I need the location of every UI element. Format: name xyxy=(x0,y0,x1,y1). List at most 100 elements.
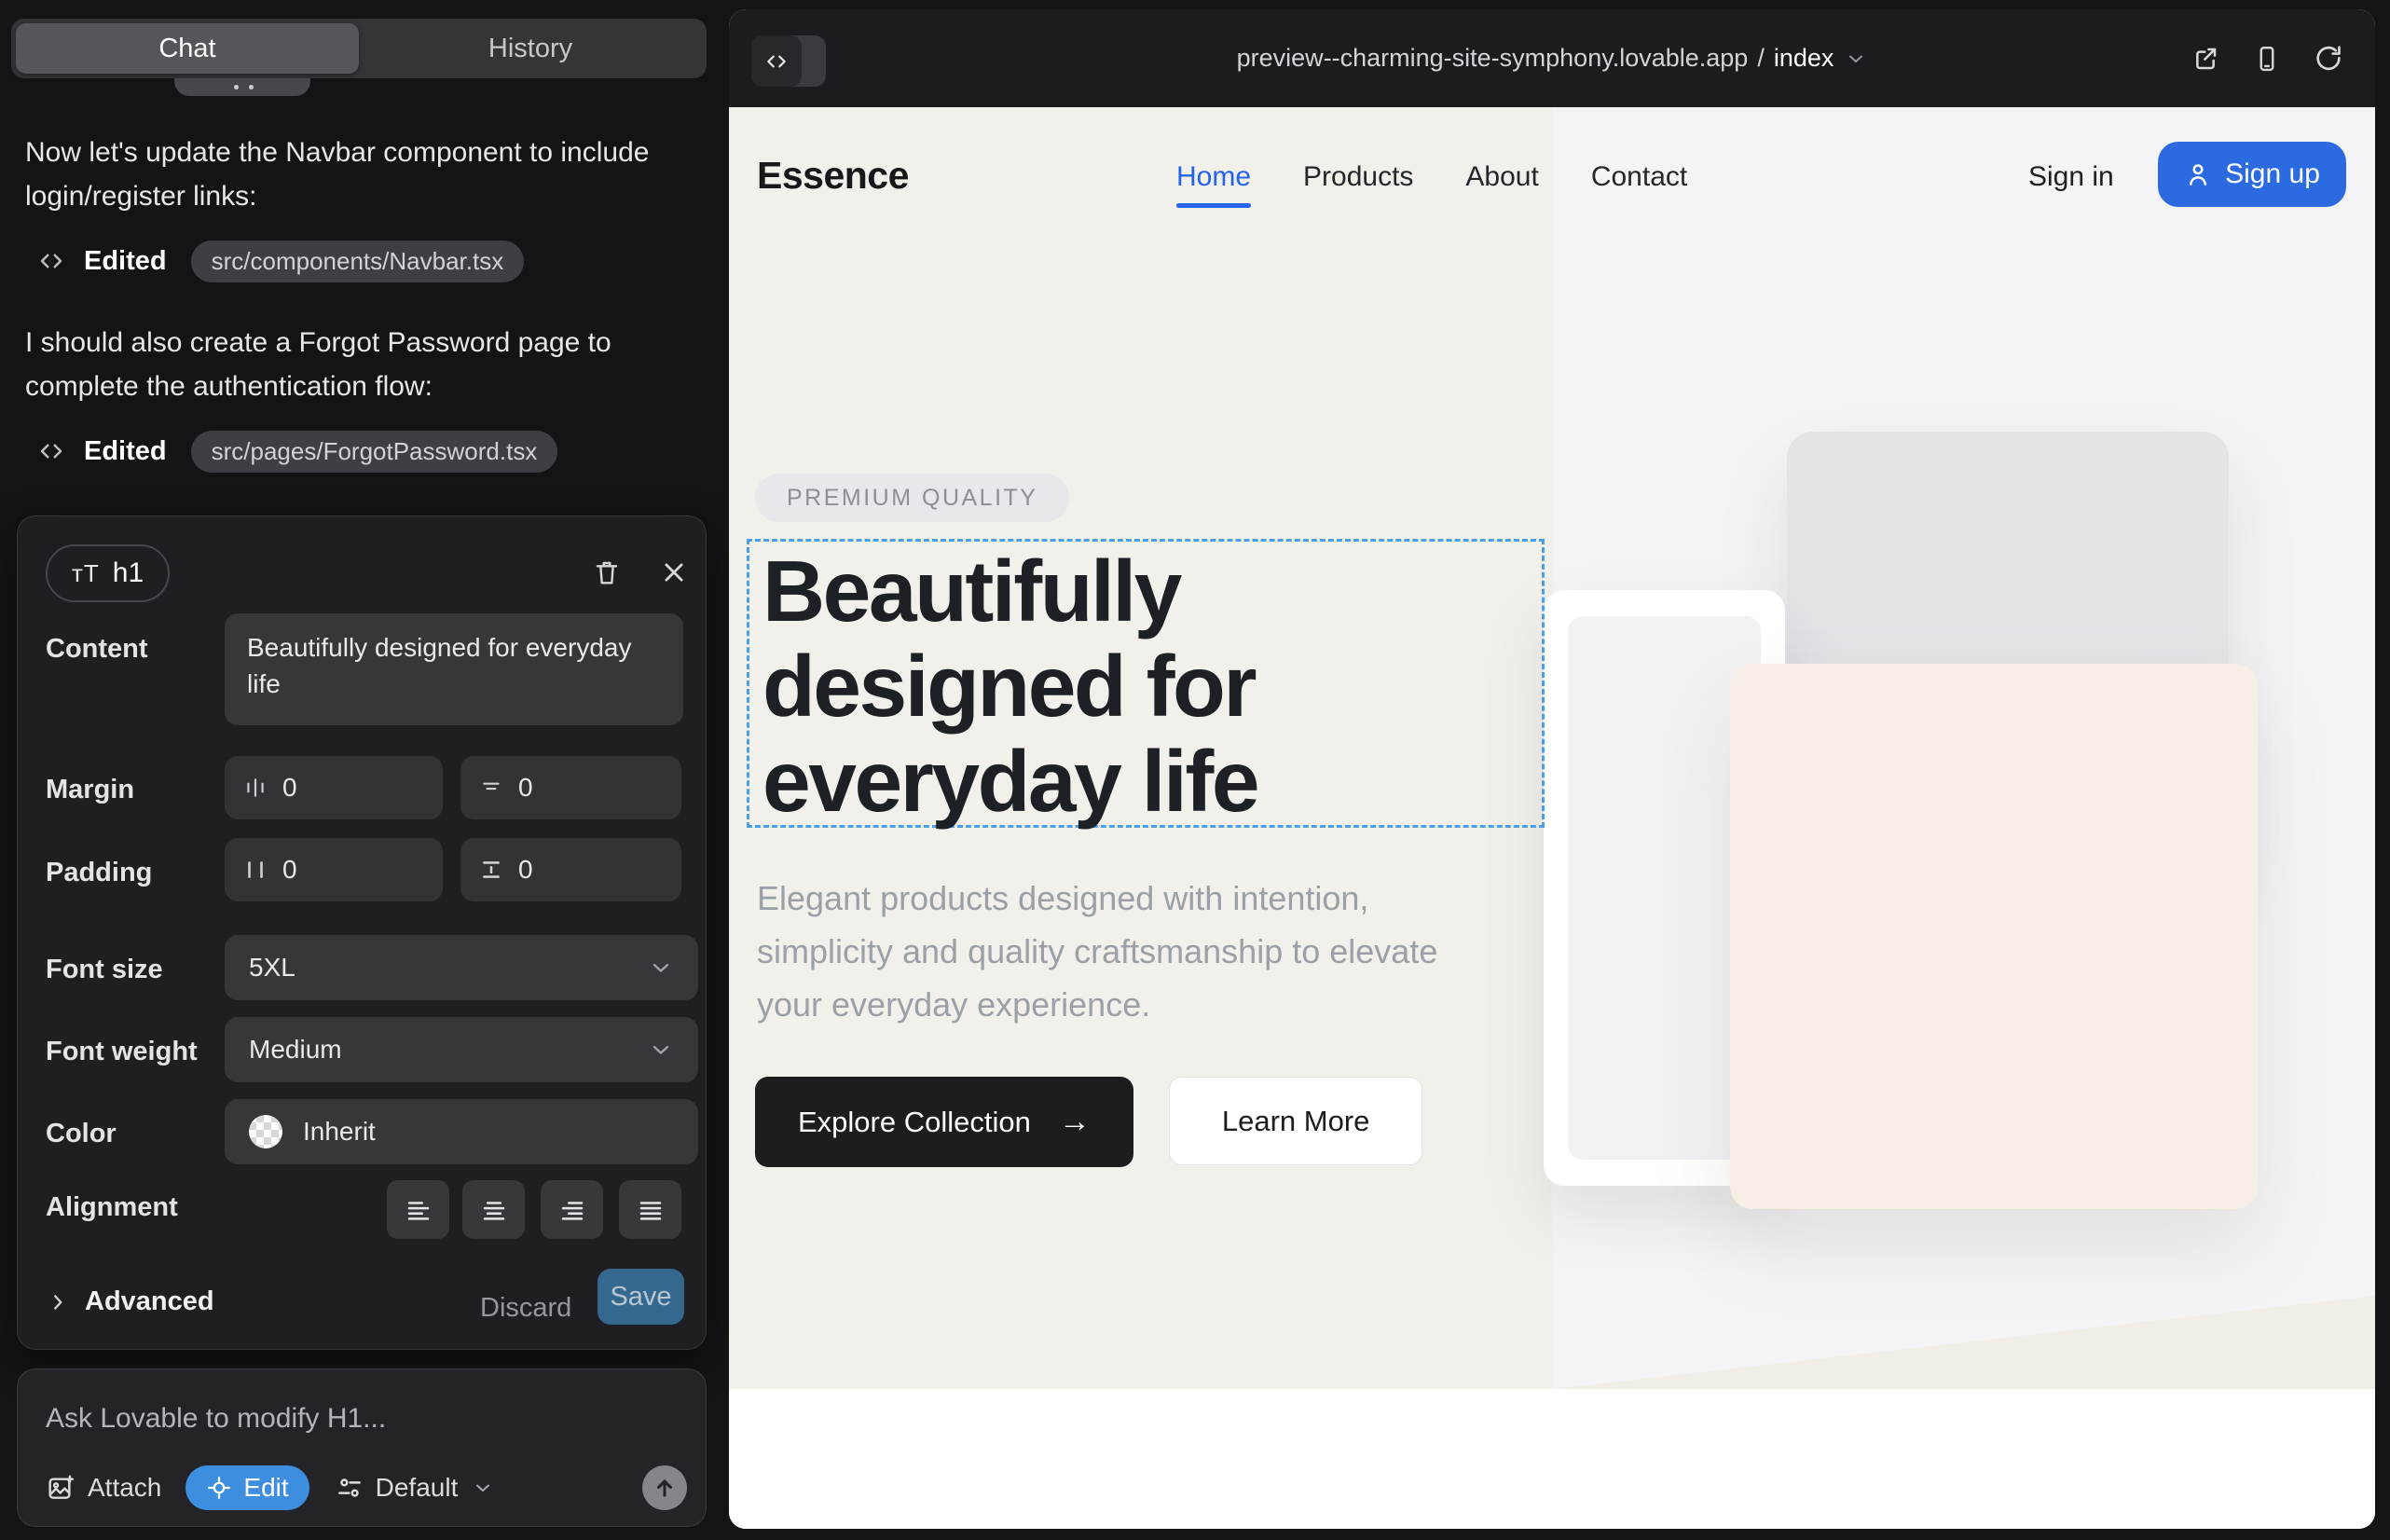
chevron-down-icon xyxy=(472,1477,494,1499)
discard-button[interactable]: Discard xyxy=(480,1293,571,1324)
align-right-icon xyxy=(558,1196,586,1224)
refresh-icon xyxy=(2314,44,2343,74)
attach-button[interactable]: Attach xyxy=(46,1473,161,1503)
lovable-app: Chat History Now let's update the Navbar… xyxy=(0,0,2390,1540)
align-justify-button[interactable] xyxy=(619,1180,681,1239)
edited-file-row: Edited src/pages/ForgotPassword.tsx xyxy=(37,431,557,472)
content-label: Content xyxy=(46,634,148,665)
preview-panel: preview--charming-site-symphony.lovable.… xyxy=(729,9,2375,1529)
arrow-right-icon: → xyxy=(1059,1104,1091,1140)
code-icon xyxy=(751,35,802,87)
margin-x-input[interactable]: 0 xyxy=(225,756,443,819)
chat-message: I should also create a Forgot Password p… xyxy=(25,321,687,408)
nav-link-about[interactable]: About xyxy=(1465,161,1538,193)
decor-card-cream xyxy=(1730,664,2258,1209)
chat-composer: Ask Lovable to modify H1... Attach Edit … xyxy=(17,1368,707,1527)
url-host: preview--charming-site-symphony.lovable.… xyxy=(1237,44,1749,73)
code-view-toggle[interactable] xyxy=(751,35,826,87)
open-external-button[interactable] xyxy=(2189,42,2222,76)
code-icon xyxy=(37,247,65,275)
margin-y-input[interactable]: 0 xyxy=(460,756,681,819)
nav-link-products[interactable]: Products xyxy=(1303,161,1413,193)
advanced-toggle[interactable]: Advanced xyxy=(46,1286,214,1317)
nav-link-contact[interactable]: Contact xyxy=(1591,161,1687,193)
chat-message: Now let's update the Navbar component to… xyxy=(25,131,687,218)
content-textarea[interactable]: Beautifully designed for everyday life xyxy=(225,613,683,725)
tab-chat[interactable]: Chat xyxy=(16,23,359,74)
next-section xyxy=(729,1389,2375,1529)
code-icon xyxy=(37,437,65,465)
send-button[interactable] xyxy=(642,1465,687,1510)
sliders-icon xyxy=(336,1474,364,1502)
composer-input[interactable]: Ask Lovable to modify H1... xyxy=(46,1403,680,1435)
edit-mode-button[interactable]: Edit xyxy=(185,1465,309,1510)
chevron-down-icon xyxy=(648,955,674,981)
file-chip[interactable]: src/components/Navbar.tsx xyxy=(191,241,525,282)
tab-history[interactable]: History xyxy=(359,23,702,74)
explore-collection-button[interactable]: Explore Collection → xyxy=(755,1077,1133,1167)
font-size-label: Font size xyxy=(46,955,163,985)
user-icon xyxy=(2184,160,2212,188)
save-button[interactable]: Save xyxy=(598,1269,684,1325)
site-logo[interactable]: Essence xyxy=(757,154,909,198)
padding-y-input[interactable]: 0 xyxy=(460,838,681,901)
align-left-button[interactable] xyxy=(387,1180,449,1239)
scrolled-chip-partial xyxy=(174,78,310,96)
typography-icon: тT xyxy=(72,559,100,588)
margin-x-icon xyxy=(243,776,268,800)
url-bar[interactable]: preview--charming-site-symphony.lovable.… xyxy=(1237,44,1868,73)
close-icon xyxy=(660,558,688,586)
learn-more-button[interactable]: Learn More xyxy=(1169,1077,1423,1165)
chevron-down-icon xyxy=(1845,48,1867,70)
external-link-icon xyxy=(2191,44,2220,74)
hero-description: Elegant products designed with intention… xyxy=(757,872,1503,1031)
url-page: index xyxy=(1774,44,1834,73)
padding-x-icon xyxy=(243,858,268,882)
site-nav: Home Products About Contact xyxy=(1176,161,1687,193)
image-plus-icon xyxy=(46,1473,76,1503)
selected-element-outline: Beautifully designed for everyday life xyxy=(747,539,1545,828)
color-select[interactable]: Inherit xyxy=(225,1099,698,1164)
arrow-up-icon xyxy=(652,1475,678,1501)
chat-history-tabs: Chat History xyxy=(11,19,707,78)
target-icon xyxy=(206,1475,232,1501)
site-preview: Essence Home Products About Contact Sign… xyxy=(729,107,2375,1529)
delete-element-button[interactable] xyxy=(588,554,625,591)
element-tag: h1 xyxy=(113,557,144,589)
mobile-view-button[interactable] xyxy=(2250,42,2284,76)
color-swatch xyxy=(249,1115,282,1148)
edited-label: Edited xyxy=(84,436,167,467)
hero-badge: PREMIUM QUALITY xyxy=(755,474,1069,522)
padding-label: Padding xyxy=(46,858,152,888)
hero-cta-row: Explore Collection → Learn More xyxy=(755,1077,1422,1167)
hero-headline[interactable]: Beautifully designed for everyday life xyxy=(762,543,1536,829)
align-left-icon xyxy=(405,1196,433,1224)
padding-x-input[interactable]: 0 xyxy=(225,838,443,901)
sign-up-button[interactable]: Sign up xyxy=(2158,142,2346,207)
nav-link-home[interactable]: Home xyxy=(1176,161,1251,193)
font-weight-select[interactable]: Medium xyxy=(225,1017,698,1082)
font-weight-label: Font weight xyxy=(46,1037,198,1067)
close-editor-button[interactable] xyxy=(655,554,693,591)
padding-y-icon xyxy=(479,858,503,882)
file-chip[interactable]: src/pages/ForgotPassword.tsx xyxy=(191,431,558,473)
alignment-label: Alignment xyxy=(46,1192,178,1223)
edited-file-row: Edited src/components/Navbar.tsx xyxy=(37,241,524,282)
align-justify-icon xyxy=(637,1196,665,1224)
margin-label: Margin xyxy=(46,775,134,805)
refresh-button[interactable] xyxy=(2312,42,2345,76)
trash-icon xyxy=(592,557,622,587)
sign-in-link[interactable]: Sign in xyxy=(2028,161,2114,193)
default-preset-button[interactable]: Default xyxy=(336,1473,495,1503)
align-center-button[interactable] xyxy=(462,1180,525,1239)
selected-element-pill: тT h1 xyxy=(46,544,170,602)
color-label: Color xyxy=(46,1119,117,1149)
browser-actions xyxy=(2189,9,2345,107)
font-size-select[interactable]: 5XL xyxy=(225,935,698,1000)
align-right-button[interactable] xyxy=(541,1180,603,1239)
edited-label: Edited xyxy=(84,246,167,277)
composer-toolbar: Attach Edit Default xyxy=(46,1464,687,1511)
url-separator: / xyxy=(1757,44,1765,73)
phone-icon xyxy=(2253,45,2281,73)
chevron-down-icon xyxy=(648,1037,674,1063)
